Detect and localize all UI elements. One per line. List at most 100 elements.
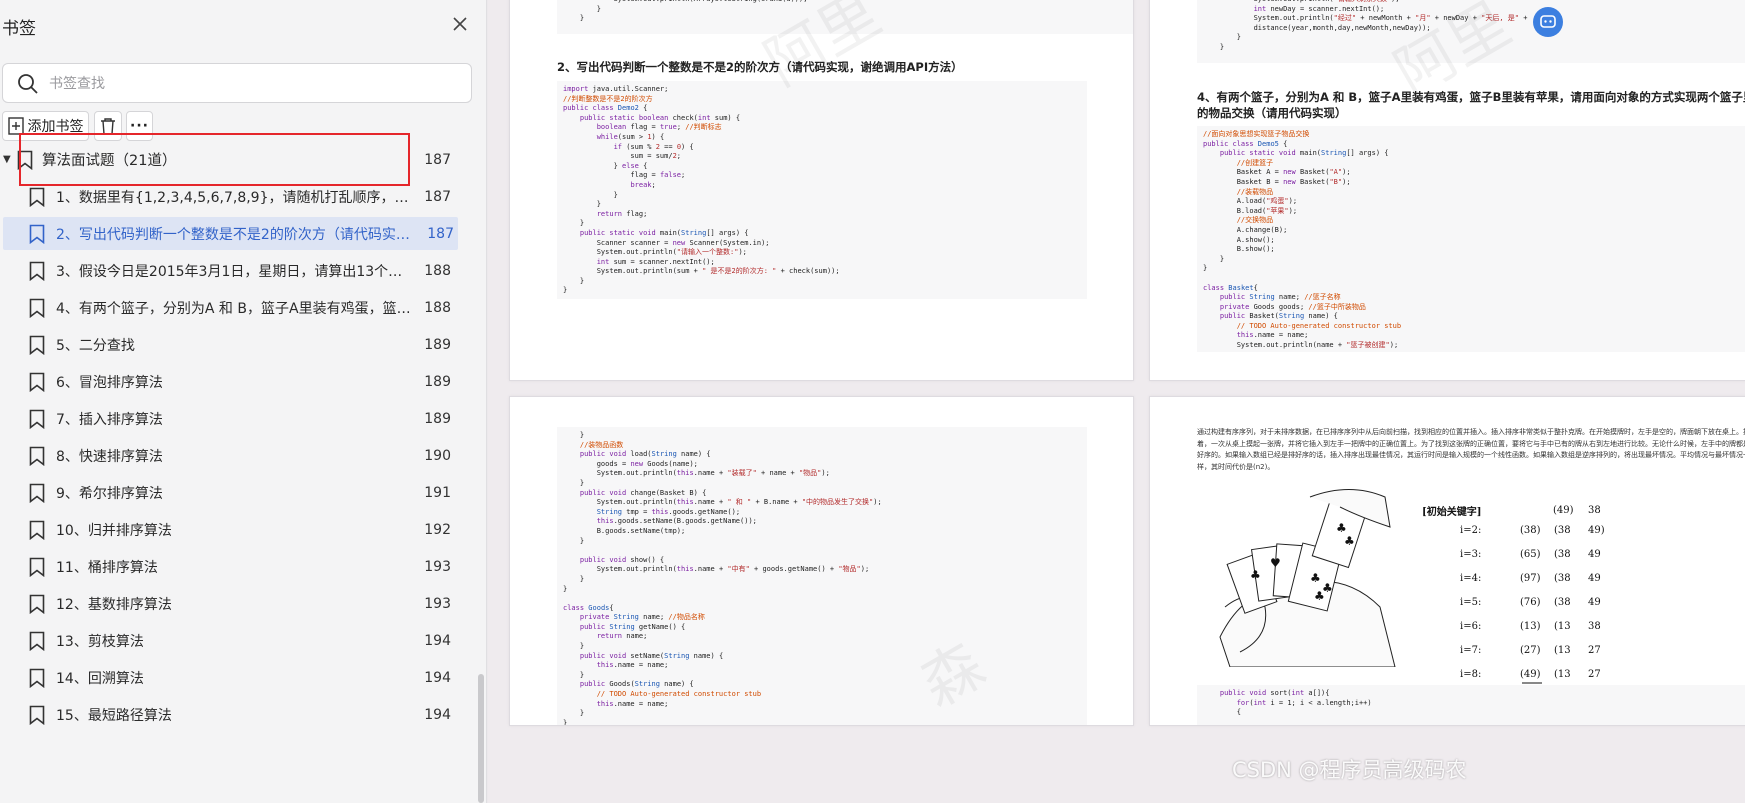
bookmark-label: 13、剪枝算法	[56, 633, 144, 650]
bookmark-item[interactable]: 3、假设今日是2015年3月1日，星期日，请算出13个月零6天后是星期几，距离现…	[0, 254, 458, 287]
bookmark-item[interactable]: 7、插入排序算法 189	[0, 402, 458, 435]
bookmark-label: 8、快速排序算法	[56, 448, 163, 465]
bookmark-icon	[29, 261, 45, 281]
expand-caret-icon[interactable]: ▼	[3, 154, 11, 165]
pdf-page: System.out.println("请输入剩余天数"); int newDa…	[1149, 0, 1745, 381]
bookmark-page: 187	[424, 151, 451, 168]
bookmark-item[interactable]: 15、最短路径算法 194	[0, 698, 458, 731]
bookmark-page: 194	[424, 632, 451, 649]
svg-text:(13: (13	[1554, 669, 1571, 680]
assistant-icon	[1540, 15, 1556, 28]
bookmark-item[interactable]: 14、回溯算法 194	[0, 661, 458, 694]
bookmark-page: 193	[424, 595, 451, 612]
bookmark-icon	[29, 668, 45, 688]
bookmark-page: 189	[424, 410, 451, 427]
bookmark-item[interactable]: 5、二分查找 189	[0, 328, 458, 361]
svg-text:♥: ♥	[1270, 556, 1281, 570]
svg-text:♣: ♣	[1250, 568, 1261, 582]
svg-text:(38): (38)	[1520, 525, 1541, 536]
bookmark-item[interactable]: 11、桶排序算法 193	[0, 550, 458, 583]
bookmark-label: 9、希尔排序算法	[56, 485, 163, 502]
bookmark-label: 2、写出代码判断一个整数是不是2的阶次方（请代码实现，谢绝调用API方法）	[56, 226, 414, 243]
bookmark-search-input[interactable]	[49, 73, 459, 95]
bookmark-label: 6、冒泡排序算法	[56, 374, 163, 391]
bookmark-page: 194	[424, 669, 451, 686]
bookmark-item[interactable]: 12、基数排序算法 193	[0, 587, 458, 620]
svg-text:i=7:: i=7:	[1460, 645, 1481, 656]
code-block: //面向对象思想实现篮子物品交换 public class Demo5 { pu…	[1197, 126, 1745, 352]
bookmark-item[interactable]: 8、快速排序算法 190	[0, 439, 458, 472]
bookmark-icon	[29, 631, 45, 651]
search-icon	[18, 74, 38, 94]
bookmark-label: 3、假设今日是2015年3月1日，星期日，请算出13个月零6天后是星期几，距离现…	[56, 263, 414, 280]
bookmark-icon	[29, 224, 45, 244]
svg-text:♣: ♣	[1336, 521, 1347, 535]
svg-text:(97): (97)	[1520, 573, 1541, 584]
bookmark-label: 12、基数排序算法	[56, 596, 172, 613]
bookmark-page: 187	[427, 225, 454, 242]
bookmark-label: 11、桶排序算法	[56, 559, 158, 576]
bookmark-page: 191	[424, 484, 451, 501]
svg-text:i=8:: i=8:	[1460, 669, 1481, 680]
svg-text:i=6:: i=6:	[1460, 621, 1481, 632]
bookmark-label: 5、二分查找	[56, 337, 135, 354]
svg-text:(38: (38	[1554, 525, 1571, 536]
svg-text:(49): (49)	[1553, 505, 1574, 516]
bookmark-item[interactable]: 6、冒泡排序算法 189	[0, 365, 458, 398]
bookmark-icon	[29, 335, 45, 355]
bookmark-page: 188	[424, 299, 451, 316]
bookmark-label: 14、回溯算法	[56, 670, 144, 687]
bookmark-icon	[29, 483, 45, 503]
pdf-page: 通过构建有序序列，对于未排序数据，在已排序序列中从后向前扫描，找到相应的位置并插…	[1149, 396, 1745, 726]
red-highlight-box	[19, 133, 410, 186]
svg-text:(13: (13	[1554, 645, 1571, 656]
bookmark-label: 1、数据里有{1,2,3,4,5,6,7,8,9}，请随机打乱顺序，生成一个新的…	[56, 189, 414, 206]
svg-text:(13: (13	[1554, 621, 1571, 632]
bookmark-item[interactable]: 1、数据里有{1,2,3,4,5,6,7,8,9}，请随机打乱顺序，生成一个新的…	[0, 180, 458, 213]
floating-assistant-button[interactable]	[1533, 7, 1563, 37]
bookmark-label: 15、最短路径算法	[56, 707, 172, 724]
svg-text:38: 38	[1588, 505, 1601, 516]
code-block: import java.util.Scanner; //判断整数是不是2的阶次方…	[557, 81, 1087, 299]
playing-cards-illustration: ♣♣♣ ♣♣ ♣♥	[1219, 489, 1396, 667]
bookmark-icon	[29, 372, 45, 392]
svg-text:(27): (27)	[1520, 645, 1541, 656]
code-block: System.out.println(Arrays.toString(srand…	[557, 0, 1133, 34]
svg-text:♣: ♣	[1344, 534, 1355, 548]
bookmark-item[interactable]: 10、归并排序算法 192	[0, 513, 458, 546]
bookmark-page: 190	[424, 447, 451, 464]
bookmark-item[interactable]: 9、希尔排序算法 191	[0, 476, 458, 509]
pdf-reader-window: 书签 添加书签 ··· ▼	[0, 0, 1745, 803]
bookmark-item[interactable]: 4、有两个篮子，分别为A 和 B，篮子A里装有鸡蛋，篮子B里装有苹果，请用面向对…	[0, 291, 458, 324]
bookmark-icon	[29, 298, 45, 318]
bookmark-icon	[29, 520, 45, 540]
bookmark-item[interactable]: 2、写出代码判断一个整数是不是2的阶次方（请代码实现，谢绝调用API方法） 187	[3, 217, 458, 250]
bookmark-page: 192	[424, 521, 451, 538]
svg-text:27: 27	[1588, 645, 1601, 656]
svg-text:i=4:: i=4:	[1460, 573, 1481, 584]
bookmark-icon	[29, 557, 45, 577]
code-block: System.out.println("请输入剩余天数"); int newDa…	[1197, 0, 1745, 63]
svg-text:i=2:: i=2:	[1460, 525, 1481, 536]
bookmark-icon	[29, 446, 45, 466]
bookmark-icon	[29, 705, 45, 725]
svg-text:38: 38	[1588, 621, 1601, 632]
bookmark-page: 189	[424, 373, 451, 390]
svg-text:(76): (76)	[1520, 597, 1541, 608]
code-block: } //装物品函数 public void load(String name) …	[557, 427, 1087, 725]
svg-text:(49): (49)	[1520, 669, 1541, 680]
panel-scrollbar[interactable]	[478, 674, 484, 803]
svg-text:49: 49	[1588, 597, 1601, 608]
bookmark-page: 194	[424, 706, 451, 723]
section-heading: 4、有两个篮子，分别为A 和 B，篮子A里装有鸡蛋，篮子B里装有苹果，请用面向对…	[1197, 90, 1745, 120]
svg-text:49: 49	[1588, 573, 1601, 584]
close-icon[interactable]	[453, 17, 467, 31]
bookmark-page: 188	[424, 262, 451, 279]
bookmark-search-box[interactable]	[2, 63, 472, 103]
bookmark-page: 189	[424, 336, 451, 353]
svg-text:i=5:: i=5:	[1460, 597, 1481, 608]
bookmark-label: 4、有两个篮子，分别为A 和 B，篮子A里装有鸡蛋，篮子B里装有苹果，请用面向对…	[56, 300, 414, 317]
svg-text:(38: (38	[1554, 597, 1571, 608]
csdn-watermark: CSDN @程序员高级码农	[1232, 758, 1467, 782]
bookmark-item[interactable]: 13、剪枝算法 194	[0, 624, 458, 657]
